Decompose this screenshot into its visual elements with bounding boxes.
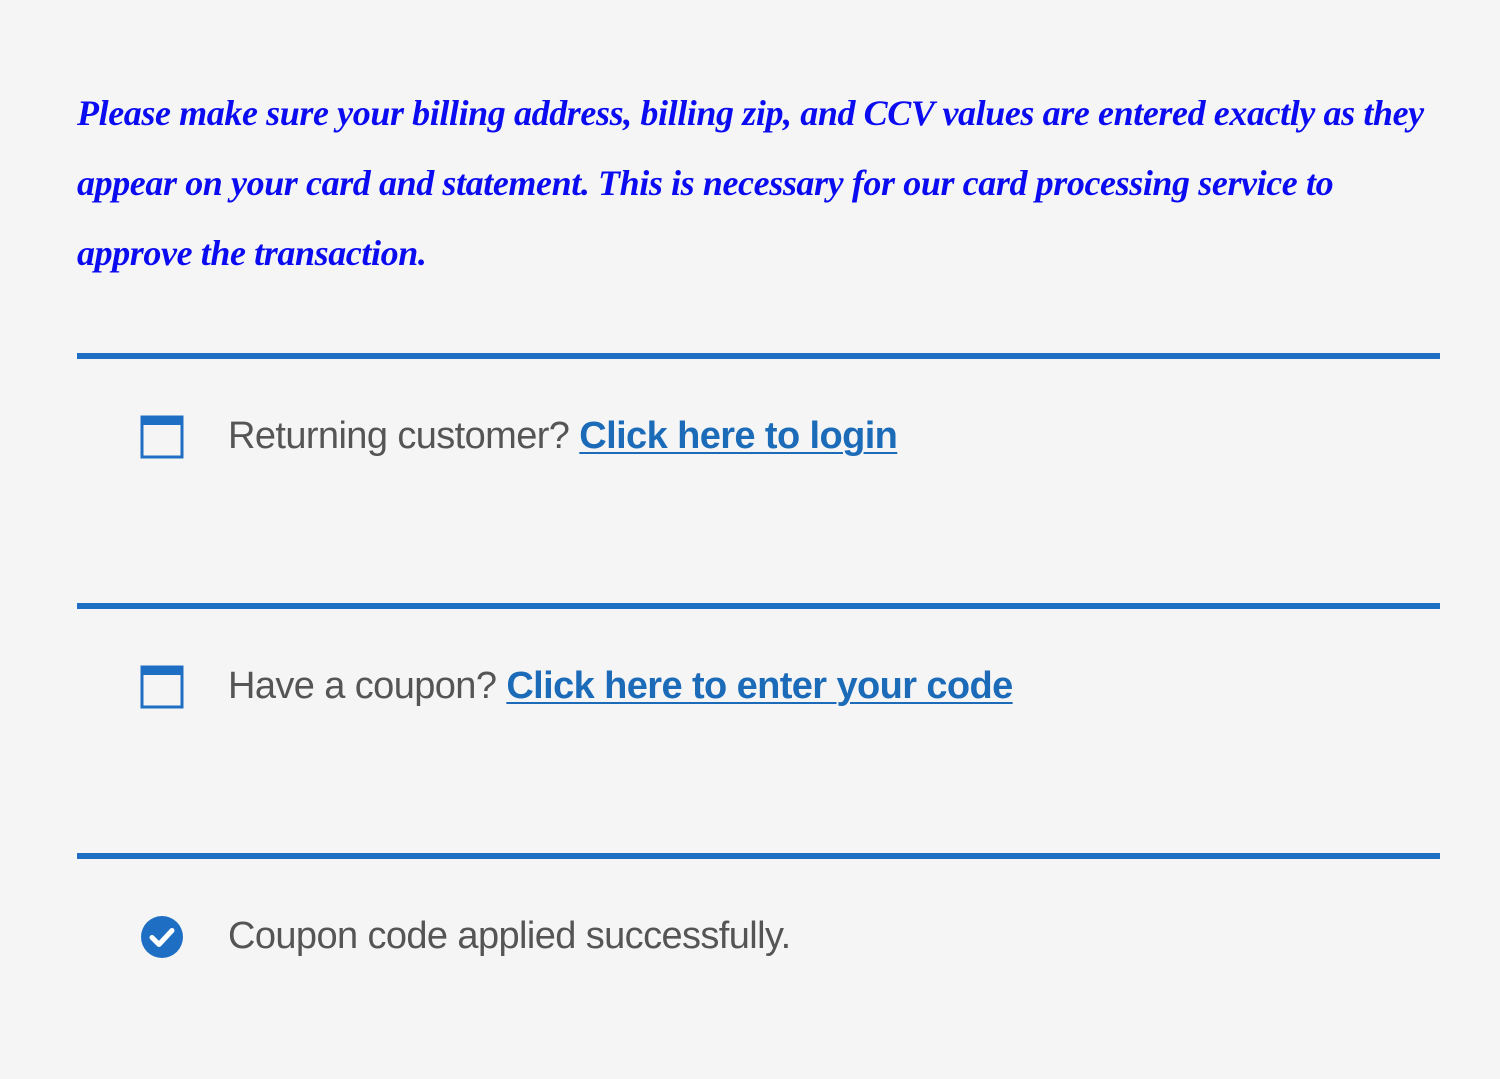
enter-coupon-link[interactable]: Click here to enter your code: [506, 665, 1013, 707]
window-icon: [140, 665, 184, 709]
login-notice: Returning customer? Click here to login: [77, 353, 1440, 511]
login-prompt: Returning customer?: [228, 415, 570, 457]
check-circle-icon: [140, 915, 184, 959]
success-notice: Coupon code applied successfully.: [77, 853, 1440, 1018]
success-message: Coupon code applied successfully.: [228, 915, 791, 957]
billing-notice: Please make sure your billing address, b…: [77, 93, 1424, 273]
login-message: Returning customer? Click here to login: [228, 411, 898, 461]
coupon-message: Have a coupon? Click here to enter your …: [228, 661, 1013, 711]
coupon-prompt: Have a coupon?: [228, 665, 497, 707]
coupon-notice: Have a coupon? Click here to enter your …: [77, 603, 1440, 761]
login-link[interactable]: Click here to login: [579, 415, 898, 457]
window-icon: [140, 415, 184, 459]
